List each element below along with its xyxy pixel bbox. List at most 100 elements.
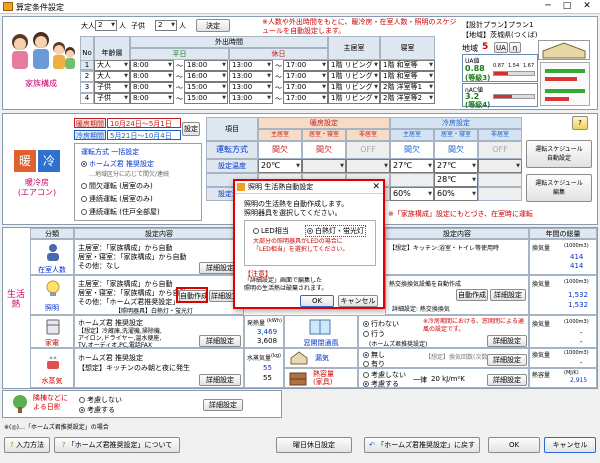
- schedule-auto-button[interactable]: 運転スケジュール 自動設定: [526, 140, 592, 168]
- window-vent-opt-yes[interactable]: 行う: [363, 329, 385, 339]
- capacity-detail-button[interactable]: 詳細設定: [487, 374, 527, 386]
- temp-cell[interactable]: 27℃: [390, 159, 434, 173]
- main-room-select[interactable]: 1階 リビング: [328, 93, 380, 104]
- mode-cell[interactable]: 間欠: [258, 141, 302, 159]
- appliance-detail-button[interactable]: 詳細設定: [199, 335, 241, 347]
- bedroom-select[interactable]: 2階 洋室等1: [380, 82, 435, 93]
- age-select[interactable]: 子供: [94, 93, 130, 104]
- row-mode-label: 運転方式: [206, 141, 258, 159]
- decide-button[interactable]: 決定: [196, 19, 230, 32]
- lighting-fixture-note: 【照明器具】白熱灯・蛍光灯: [115, 308, 194, 315]
- bedroom-select[interactable]: 1階 和室等: [380, 71, 435, 82]
- schedule-edit-button[interactable]: 運転スケジュール 編集: [526, 174, 592, 202]
- tilde: ～: [275, 84, 282, 92]
- mode-cell[interactable]: OFF: [346, 141, 390, 159]
- cool-period-label: 冷房期間: [74, 130, 106, 140]
- period-set-button[interactable]: 設定: [182, 122, 200, 136]
- capacity-content: 考慮しない 考慮する 一律 20 kJ/m²K 詳細設定: [358, 368, 529, 388]
- vapor-detail-button[interactable]: 詳細設定: [199, 374, 241, 386]
- row-temp-label: 設定温度: [206, 159, 258, 173]
- holiday-return-select[interactable]: 17:00: [283, 82, 328, 93]
- holiday-out-select[interactable]: 13:00: [229, 71, 273, 82]
- ua-button[interactable]: UA: [494, 42, 508, 53]
- temp-cell[interactable]: 27℃: [434, 159, 478, 173]
- weekday-return-select[interactable]: 15:00: [184, 82, 228, 93]
- neighbor-opt-yes[interactable]: 考慮する: [79, 405, 115, 415]
- cancel-button[interactable]: キャンセル: [544, 437, 596, 453]
- weekday-out-select[interactable]: 8:00: [130, 71, 174, 82]
- vapor-sum-label: 水蒸気量: [247, 355, 272, 362]
- weekday-out-select[interactable]: 8:00: [130, 93, 174, 104]
- main-room-select[interactable]: 1階 リビング: [328, 60, 380, 71]
- main-room-select[interactable]: 1階 リビング: [328, 82, 380, 93]
- vapor-line-1: ホームズ君 推奨設定: [78, 354, 144, 362]
- mode-cell[interactable]: 間欠: [390, 141, 434, 159]
- age-select[interactable]: 大人: [94, 60, 130, 71]
- holiday-settings-button[interactable]: 曜日休日設定: [276, 437, 352, 453]
- capacity-value: 20 kJ/m²K: [431, 375, 465, 383]
- mode-radio-0[interactable]: ホームズ君 推奨設定: [81, 159, 154, 169]
- hvac-cool-head: 冷房設定: [390, 117, 522, 129]
- window-vent-opt-no[interactable]: 行わない: [363, 319, 399, 329]
- mode-cell[interactable]: 間欠: [302, 141, 346, 159]
- hum-cell[interactable]: 60%: [434, 187, 478, 201]
- leak-sum-unit: (1000m3): [564, 350, 589, 356]
- ok-button[interactable]: OK: [488, 437, 540, 453]
- bedroom-select[interactable]: 2階 洋室等2: [380, 93, 435, 104]
- holiday-return-select[interactable]: 17:00: [283, 71, 328, 82]
- kids-unit: 人: [179, 22, 186, 30]
- age-select[interactable]: 大人: [94, 71, 130, 82]
- mode-cell[interactable]: OFF: [478, 141, 522, 159]
- mode-radio-3[interactable]: 連続運転 (住戸全部屋): [81, 207, 160, 217]
- vent-1-sum: 換気量 (1000m3) 414 414: [529, 239, 597, 275]
- capacity-sum: 熱容量 (MJ/K) 2,915: [529, 368, 597, 388]
- holiday-return-select[interactable]: 17:00: [283, 60, 328, 71]
- hvac-col-head: 居室・寝室: [434, 129, 478, 141]
- holiday-out-select[interactable]: 13:00: [229, 82, 273, 93]
- mode-cell[interactable]: 間欠: [434, 141, 478, 159]
- hum-cell[interactable]: 60%: [390, 187, 434, 201]
- eta-grade: (等級4): [465, 101, 491, 109]
- temp2-cell: [390, 173, 434, 187]
- heat-period-value: 10月24日～5月1日: [107, 118, 181, 128]
- close-button[interactable]: ✕: [579, 1, 595, 12]
- temp2-cell[interactable]: 28℃: [434, 173, 478, 187]
- temp2-cell: [478, 173, 522, 187]
- adults-select[interactable]: 2: [95, 20, 117, 31]
- window-vent-detail-button[interactable]: 詳細設定: [487, 335, 527, 347]
- kids-select[interactable]: 2: [155, 20, 177, 31]
- eta-button[interactable]: η: [509, 42, 521, 53]
- neighbor-detail-button[interactable]: 詳細設定: [203, 399, 243, 411]
- about-recommended-button[interactable]: ? 「ホームズ君推奨設定」について: [54, 437, 180, 453]
- ua-value: 0.88: [465, 64, 485, 73]
- age-select[interactable]: 子供: [94, 82, 130, 93]
- vent-auto-button[interactable]: 自動作成: [456, 289, 488, 301]
- temp-cell[interactable]: 20℃: [258, 159, 302, 173]
- weekday-return-select[interactable]: 16:00: [184, 71, 228, 82]
- help-button[interactable]: ?: [572, 116, 588, 130]
- capacity-opt-yes[interactable]: 考慮する: [363, 379, 399, 389]
- heat-period-label: 暖房期間: [74, 118, 106, 128]
- weekday-return-select[interactable]: 15:00: [184, 93, 228, 104]
- input-method-button[interactable]: ? 入力方法: [4, 437, 50, 453]
- reset-recommended-button[interactable]: ↶ 「ホームズ君推奨設定」に戻す: [364, 437, 480, 453]
- mode-radio-1[interactable]: 間欠運転 (居室のみ): [81, 181, 153, 191]
- head-vent-content: 設定内容: [385, 228, 529, 239]
- neighbor-opt-no[interactable]: 考慮しない: [79, 395, 122, 405]
- maximize-button[interactable]: □: [559, 1, 575, 12]
- holiday-return-select[interactable]: 17:00: [283, 93, 328, 104]
- vent-detail-button[interactable]: 詳細設定: [490, 289, 526, 301]
- holiday-out-select[interactable]: 13:00: [229, 60, 273, 71]
- holiday-out-select[interactable]: 13:00: [229, 93, 273, 104]
- footer-note: ※(◎)…「ホームズ君推奨設定」の場合: [4, 424, 109, 431]
- capacity-uniform: 一律: [413, 376, 427, 384]
- weekday-out-select[interactable]: 8:00: [130, 60, 174, 71]
- main-room-select[interactable]: 1階 リビング: [328, 71, 380, 82]
- tilde: ～: [176, 84, 183, 92]
- weekday-return-select[interactable]: 18:00: [184, 60, 228, 71]
- minimize-button[interactable]: ─: [540, 1, 556, 12]
- bedroom-select[interactable]: 1階 和室等: [380, 60, 435, 71]
- mode-radio-2[interactable]: 連続運転 (居室のみ): [81, 194, 153, 204]
- leak-detail-button[interactable]: 詳細設定: [487, 354, 527, 366]
- weekday-out-select[interactable]: 8:00: [130, 82, 174, 93]
